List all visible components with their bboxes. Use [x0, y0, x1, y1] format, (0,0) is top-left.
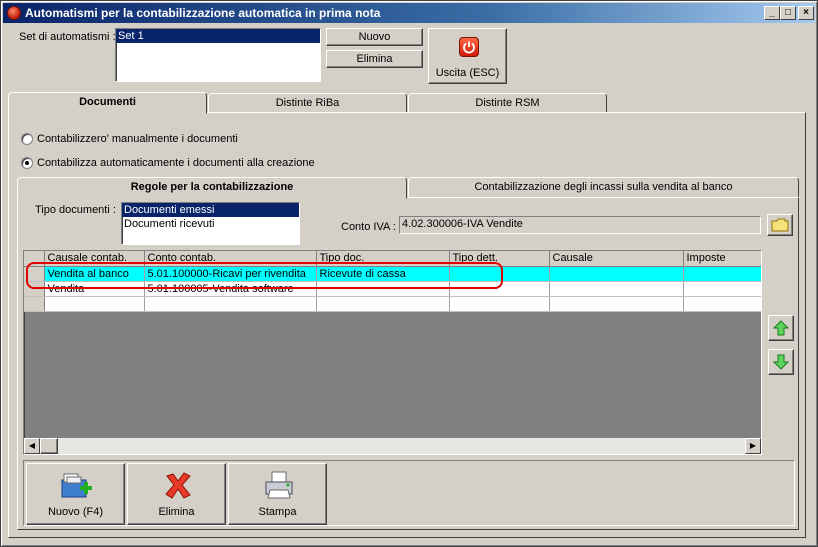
scroll-left-arrow[interactable]: ◀ — [24, 438, 40, 454]
tipo-documenti-item[interactable]: Documenti ricevuti — [122, 217, 299, 231]
printer-icon — [265, 471, 293, 499]
nuovo-f4-button[interactable]: Nuovo (F4) — [26, 463, 125, 525]
main-window: Automatismi per la contabilizzazione aut… — [0, 0, 818, 547]
grid-cell[interactable]: Ricevute di cassa — [316, 266, 450, 282]
rules-grid[interactable]: Causale contab. Conto contab. Tipo doc. … — [23, 250, 762, 455]
row-indicator[interactable] — [24, 281, 45, 297]
maximize-button[interactable]: □ — [780, 6, 796, 20]
set-label: Set di automatismi : — [19, 31, 116, 43]
grid-cell[interactable] — [316, 296, 450, 312]
table-row[interactable]: Vendita al banco 5.01.100000-Ricavi per … — [24, 266, 761, 282]
grid-cell[interactable] — [549, 296, 684, 312]
delete-x-icon — [165, 472, 191, 499]
tab-documenti[interactable]: Documenti — [8, 92, 207, 114]
grid-cell[interactable]: 5.01.100000-Ricavi per rivendita — [144, 266, 317, 282]
conto-iva-field[interactable]: 4.02.300006-IVA Vendite — [399, 216, 761, 234]
folder-icon — [771, 218, 789, 232]
tipo-documenti-item[interactable]: Documenti emessi — [122, 203, 299, 217]
new-document-icon — [61, 473, 92, 498]
grid-cell[interactable] — [144, 296, 317, 312]
window-title: Automatismi per la contabilizzazione aut… — [25, 6, 381, 20]
elimina-button[interactable]: Elimina — [127, 463, 226, 525]
scroll-thumb[interactable] — [40, 438, 58, 454]
grid-cell[interactable]: Vendita al banco — [44, 266, 145, 282]
grid-cell[interactable] — [683, 281, 761, 297]
radio-auto-label: Contabilizza automaticamente i documenti… — [37, 157, 315, 169]
grid-cell[interactable]: Vendita — [44, 281, 145, 297]
grid-header-tipo-doc[interactable]: Tipo doc. — [316, 251, 450, 267]
grid-cell[interactable] — [316, 281, 450, 297]
tipo-documenti-listbox[interactable]: Documenti emessi Documenti ricevuti — [121, 202, 300, 245]
row-indicator[interactable] — [24, 266, 45, 282]
radio-manual[interactable] — [21, 133, 33, 145]
grid-header-causale-contab[interactable]: Causale contab. — [44, 251, 145, 267]
grid-cell[interactable] — [449, 296, 550, 312]
grid-cell[interactable] — [549, 281, 684, 297]
grid-header-conto-contab[interactable]: Conto contab. — [144, 251, 317, 267]
bottom-toolbar: Nuovo (F4) Elimina Stampa — [23, 460, 795, 526]
move-down-button[interactable] — [768, 349, 794, 375]
grid-cell[interactable]: 5.01.100005-Vendita software — [144, 281, 317, 297]
grid-cell[interactable] — [683, 266, 761, 282]
tab-distinte-rsm[interactable]: Distinte RSM — [408, 93, 607, 113]
app-icon — [7, 6, 21, 20]
grid-cell[interactable] — [449, 266, 550, 282]
row-indicator[interactable] — [24, 296, 45, 312]
grid-cell[interactable] — [44, 296, 145, 312]
stampa-button[interactable]: Stampa — [228, 463, 327, 525]
table-row[interactable]: Vendita 5.01.100005-Vendita software — [24, 281, 761, 297]
set-listbox[interactable]: Set 1 — [115, 28, 321, 82]
table-row[interactable] — [24, 296, 761, 312]
close-button[interactable]: × — [798, 6, 814, 20]
conto-iva-label: Conto IVA : — [341, 221, 396, 233]
arrow-down-icon — [773, 354, 789, 370]
grid-header-causale[interactable]: Causale — [549, 251, 684, 267]
minimize-button[interactable]: _ — [764, 6, 780, 20]
grid-horizontal-scrollbar[interactable]: ◀ ▶ — [24, 438, 761, 454]
nuovo-set-button[interactable]: Nuovo — [326, 28, 423, 46]
radio-manual-label: Contabilizzero' manualmente i documenti — [37, 133, 238, 145]
grid-corner — [24, 251, 45, 267]
elimina-set-button[interactable]: Elimina — [326, 50, 423, 68]
tab-regole[interactable]: Regole per la contabilizzazione — [17, 177, 407, 199]
arrow-up-icon — [773, 320, 789, 336]
uscita-button[interactable]: Uscita (ESC) — [428, 28, 507, 84]
set-item[interactable]: Set 1 — [116, 29, 320, 43]
conto-iva-browse-button[interactable] — [767, 214, 793, 236]
tipo-documenti-label: Tipo documenti : — [35, 204, 116, 216]
grid-header-imposte[interactable]: Imposte — [683, 251, 761, 267]
rules-table: Causale contab. Conto contab. Tipo doc. … — [24, 251, 761, 312]
move-up-button[interactable] — [768, 315, 794, 341]
title-bar[interactable]: Automatismi per la contabilizzazione aut… — [3, 3, 815, 23]
grid-cell[interactable] — [683, 296, 761, 312]
radio-auto[interactable] — [21, 157, 33, 169]
grid-header-row: Causale contab. Conto contab. Tipo doc. … — [24, 251, 761, 267]
grid-header-tipo-dett[interactable]: Tipo dett. — [449, 251, 550, 267]
grid-cell[interactable] — [549, 266, 684, 282]
tab-distinte-riba[interactable]: Distinte RiBa — [208, 93, 407, 113]
grid-cell[interactable] — [449, 281, 550, 297]
power-icon — [459, 37, 479, 57]
tab-incassi-banco[interactable]: Contabilizzazione degli incassi sulla ve… — [408, 177, 799, 197]
scroll-right-arrow[interactable]: ▶ — [745, 438, 761, 454]
